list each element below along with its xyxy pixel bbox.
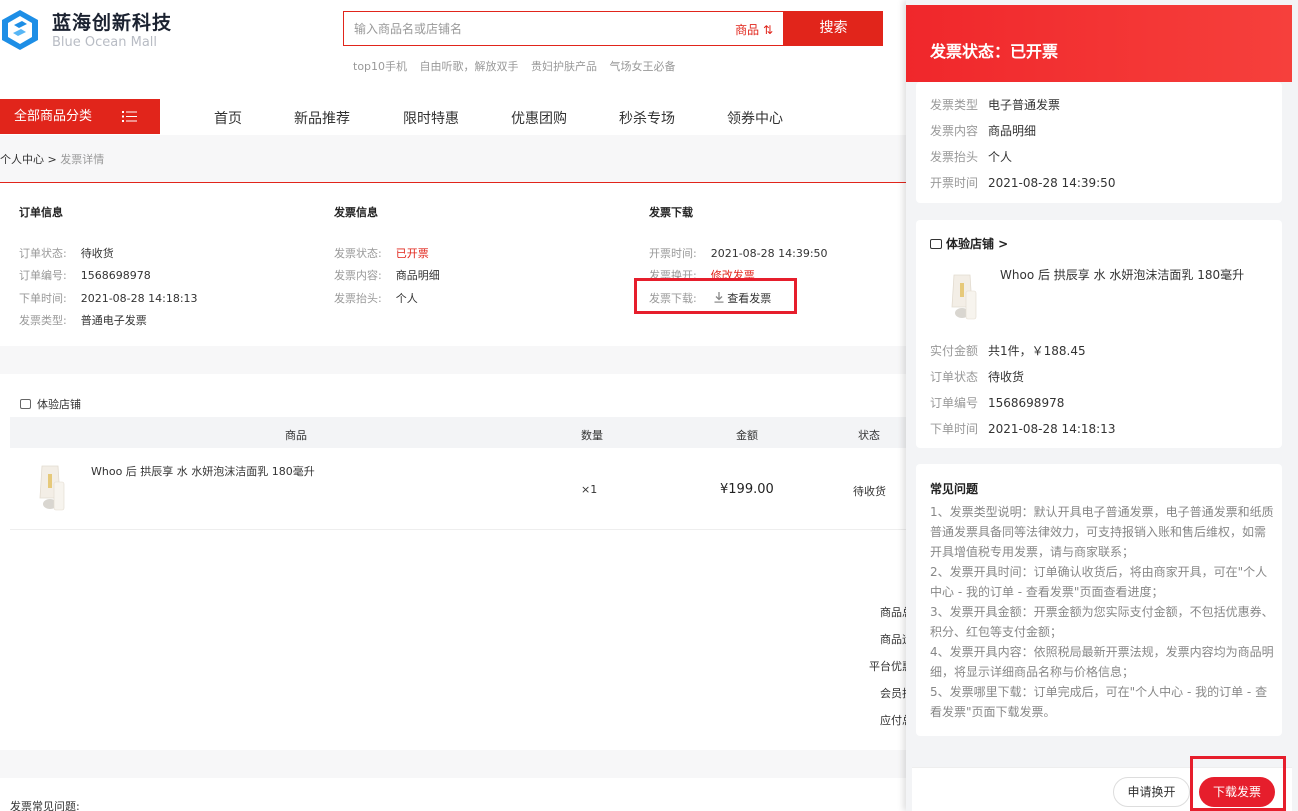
faq-item: 3、发票开具金额：开票金额为您实际支付金额，不包括优惠券、积分、红包等支付金额；: [930, 605, 1274, 639]
highlight-annotation: [1190, 756, 1286, 811]
invoice-info-title: 发票信息: [334, 206, 378, 219]
hot-word-link[interactable]: 气场女王必备: [610, 60, 676, 73]
nav-item-coupon[interactable]: 领券中心: [727, 108, 783, 128]
search-scope-toggle[interactable]: 商品 ⇅: [735, 21, 773, 38]
breadcrumb: 个人中心 > 发票详情: [0, 151, 104, 167]
hot-word-link[interactable]: 贵妇护肤产品: [531, 60, 597, 73]
nav-item-home[interactable]: 首页: [214, 108, 242, 128]
invoice-type-row: 发票类型: 普通电子发票: [19, 314, 147, 327]
search-bar: 商品 ⇅: [343, 11, 784, 46]
column-goods: 商品: [285, 429, 307, 442]
drawer-invoice-type: 发票类型 电子普通发票: [930, 98, 1061, 112]
product-thumbnail[interactable]: [32, 464, 70, 514]
drawer-product-name[interactable]: Whoo 后 拱辰享 水 水妍泡沫洁面乳 180毫升: [1000, 266, 1244, 283]
drawer-title: 发票状态：已开票: [930, 42, 1059, 61]
product-price: ¥199.00: [720, 482, 774, 497]
column-status: 状态: [858, 429, 880, 442]
order-info-title: 订单信息: [19, 206, 63, 219]
divider: [0, 182, 910, 183]
column-amount: 金额: [736, 429, 758, 442]
all-categories-label: 全部商品分类: [14, 109, 93, 124]
drawer-invoice-header: 发票抬头 个人: [930, 150, 1013, 164]
request-change-button[interactable]: 申请换开: [1113, 777, 1190, 807]
nav-item-new[interactable]: 新品推荐: [294, 108, 350, 128]
table-header: [10, 417, 910, 448]
shop-header: 体验店铺: [20, 396, 81, 412]
order-time-row: 下单时间: 2021-08-28 14:18:13: [19, 292, 198, 305]
drawer-order-number: 订单编号 1568698978: [930, 396, 1065, 410]
store-icon: [20, 399, 31, 409]
brand-name: 蓝海创新科技: [52, 12, 173, 34]
brand-subtitle: Blue Ocean Mall: [52, 35, 158, 50]
shop-name[interactable]: 体验店铺: [37, 398, 81, 411]
section-divider: [0, 750, 910, 778]
product-status: 待收货: [853, 485, 886, 498]
faq-item: 1、发票类型说明：默认开具电子普通发票，电子普通发票和纸质普通发票具备同等法律效…: [930, 505, 1274, 559]
drawer-shop-link[interactable]: 体验店铺 >: [930, 235, 1008, 252]
brand-logo[interactable]: [0, 8, 40, 52]
order-status-row: 订单状态: 待收货: [19, 247, 114, 260]
nav-item-flash[interactable]: 秒杀专场: [619, 108, 675, 128]
invoice-status-row: 发票状态: 已开票: [334, 247, 429, 260]
order-number-row: 订单编号: 1568698978: [19, 269, 151, 282]
invoice-content-row: 发票内容: 商品明细: [334, 269, 440, 282]
breadcrumb-parent[interactable]: 个人中心: [0, 153, 44, 166]
drawer-header: 发票状态：已开票: [906, 5, 1292, 82]
nav-item-sale[interactable]: 限时特惠: [403, 108, 459, 128]
highlight-annotation: [634, 278, 797, 314]
drawer-invoice-content: 发票内容 商品明细: [930, 124, 1037, 138]
faq-heading: 发票常见问题:: [10, 800, 80, 811]
drawer-amount: 实付金额 共1件，￥188.45: [930, 344, 1086, 358]
hot-word-link[interactable]: 自由听歌，解放双手: [420, 60, 519, 73]
faq-title: 常见问题: [930, 482, 979, 496]
row-divider: [10, 529, 910, 530]
drawer-invoice-time: 开票时间 2021-08-28 14:39:50: [930, 176, 1116, 190]
invoice-detail-page: 蓝海创新科技 Blue Ocean Mall 商品 ⇅ 搜索 top10手机 自…: [0, 0, 1298, 811]
search-input[interactable]: [344, 12, 724, 45]
search-button[interactable]: 搜索: [784, 11, 883, 46]
nav-item-group[interactable]: 优惠团购: [511, 108, 567, 128]
all-categories-button[interactable]: 全部商品分类: [0, 99, 160, 134]
product-qty: ×1: [581, 483, 598, 496]
faq-content: 1、发票类型说明：默认开具电子普通发票，电子普通发票和纸质普通发票具备同等法律效…: [930, 502, 1276, 722]
issue-time-row: 开票时间: 2021-08-28 14:39:50: [649, 247, 828, 260]
breadcrumb-current: 发票详情: [60, 153, 105, 166]
list-menu-icon: [122, 111, 137, 122]
invoice-drawer: 发票状态：已开票 发票类型 电子普通发票 发票内容 商品明细 发票抬头 个人 开票时间…: [906, 0, 1298, 811]
drawer-product-thumbnail[interactable]: [944, 273, 982, 323]
breadcrumb-separator: >: [47, 153, 57, 166]
drawer-order-time: 下单时间 2021-08-28 14:18:13: [930, 422, 1116, 436]
faq-card: 常见问题 1、发票类型说明：默认开具电子普通发票，电子普通发票和纸质普通发票具备…: [916, 464, 1282, 736]
invoice-card: 发票类型 电子普通发票 发票内容 商品明细 发票抬头 个人 开票时间 2021-08-2…: [916, 82, 1282, 203]
drawer-order-status: 订单状态 待收货: [930, 370, 1025, 384]
hot-words: top10手机 自由听歌，解放双手 贵妇护肤产品 气场女王必备: [353, 58, 685, 74]
breadcrumb-band: [0, 135, 910, 182]
store-icon: [930, 239, 942, 249]
invoice-header-row: 发票抬头: 个人: [334, 292, 418, 305]
shop-card: 体验店铺 > Whoo 后 拱辰享 水 水妍泡沫洁面乳 180毫升 实付金额 共1…: [916, 220, 1282, 448]
faq-item: 2、发票开具时间：订单确认收货后，将由商家开具，可在"个人中心 - 我的订单 -…: [930, 565, 1268, 599]
hot-word-link[interactable]: top10手机: [353, 60, 407, 73]
faq-item: 4、发票开具内容：依照税局最新开票法规，发票内容均为商品明细，将显示详细商品名称…: [930, 645, 1274, 679]
faq-item: 5、发票哪里下载：订单完成后，可在"个人中心 - 我的订单 - 查看发票"页面下…: [930, 685, 1268, 719]
column-qty: 数量: [581, 429, 603, 442]
section-divider: [0, 346, 910, 374]
invoice-download-title: 发票下载: [649, 206, 693, 219]
product-name[interactable]: Whoo 后 拱辰享 水 水妍泡沫洁面乳 180毫升: [91, 463, 315, 479]
